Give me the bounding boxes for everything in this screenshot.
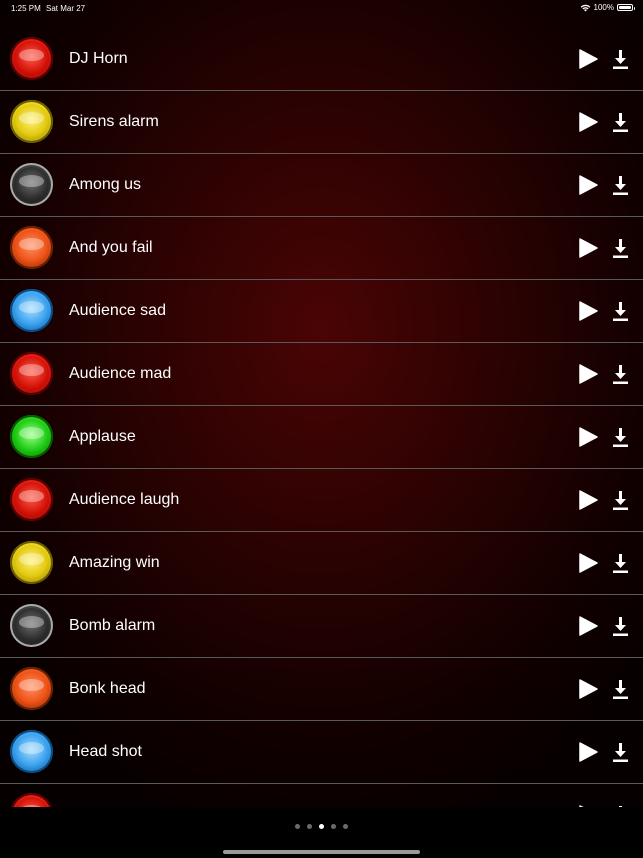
- sound-button-icon[interactable]: [10, 667, 53, 710]
- sound-name: And you fail: [69, 239, 153, 256]
- download-icon[interactable]: [612, 805, 629, 807]
- status-date: Sat Mar 27: [46, 4, 86, 13]
- sound-row: Audience laugh: [0, 469, 643, 532]
- sound-button-icon[interactable]: [10, 604, 53, 647]
- sound-button-icon[interactable]: [10, 289, 53, 332]
- sound-name: Audience mad: [69, 365, 172, 382]
- sound-name: Bonk head: [69, 680, 146, 697]
- home-indicator: [223, 850, 420, 854]
- page-dot[interactable]: [307, 824, 312, 829]
- download-icon[interactable]: [612, 49, 629, 69]
- sound-row: Sirens alarm: [0, 91, 643, 154]
- page-dot[interactable]: [295, 824, 300, 829]
- sound-row: And you fail: [0, 217, 643, 280]
- sound-button-icon[interactable]: [10, 415, 53, 458]
- status-bar: 1:25 PM Sat Mar 27 100%: [0, 0, 643, 16]
- sound-name: Applause: [69, 428, 136, 445]
- play-icon[interactable]: [578, 553, 598, 573]
- sound-row: Applause: [0, 406, 643, 469]
- sound-button-icon[interactable]: [10, 226, 53, 269]
- sound-row: [0, 784, 643, 807]
- play-icon[interactable]: [578, 175, 598, 195]
- sound-name: Sirens alarm: [69, 113, 159, 130]
- play-icon[interactable]: [578, 490, 598, 510]
- status-right: 100%: [580, 3, 635, 12]
- sound-button-icon[interactable]: [10, 163, 53, 206]
- download-icon[interactable]: [612, 679, 629, 699]
- play-icon[interactable]: [578, 805, 598, 807]
- sound-button-icon[interactable]: [10, 541, 53, 584]
- sound-row: Head shot: [0, 721, 643, 784]
- play-icon[interactable]: [578, 49, 598, 69]
- page-dot[interactable]: [319, 824, 324, 829]
- sound-name: Audience laugh: [69, 491, 180, 508]
- battery-percentage: 100%: [593, 3, 614, 12]
- sound-name: Bomb alarm: [69, 617, 156, 634]
- sound-button-icon[interactable]: [10, 100, 53, 143]
- play-icon[interactable]: [578, 616, 598, 636]
- download-icon[interactable]: [612, 553, 629, 573]
- download-icon[interactable]: [612, 175, 629, 195]
- page-dot[interactable]: [331, 824, 336, 829]
- sound-row: Audience sad: [0, 280, 643, 343]
- sound-row: Amazing win: [0, 532, 643, 595]
- download-icon[interactable]: [612, 490, 629, 510]
- page-dot[interactable]: [343, 824, 348, 829]
- sound-button-icon[interactable]: [10, 793, 53, 807]
- sound-row: Audience mad: [0, 343, 643, 406]
- sound-button-icon[interactable]: [10, 352, 53, 395]
- play-icon[interactable]: [578, 679, 598, 699]
- sound-button-icon[interactable]: [10, 478, 53, 521]
- play-icon[interactable]: [578, 301, 598, 321]
- download-icon[interactable]: [612, 742, 629, 762]
- sound-name: DJ Horn: [69, 50, 128, 67]
- download-icon[interactable]: [612, 364, 629, 384]
- download-icon[interactable]: [612, 427, 629, 447]
- play-icon[interactable]: [578, 112, 598, 132]
- download-icon[interactable]: [612, 301, 629, 321]
- download-icon[interactable]: [612, 616, 629, 636]
- sound-button-icon[interactable]: [10, 37, 53, 80]
- page-indicator[interactable]: [0, 824, 643, 829]
- battery-icon: [617, 4, 635, 11]
- sound-row: Bomb alarm: [0, 595, 643, 658]
- wifi-icon: [580, 4, 590, 11]
- sound-row: Among us: [0, 154, 643, 217]
- play-icon[interactable]: [578, 427, 598, 447]
- play-icon[interactable]: [578, 364, 598, 384]
- play-icon[interactable]: [578, 742, 598, 762]
- sound-name: Amazing win: [69, 554, 160, 571]
- download-icon[interactable]: [612, 112, 629, 132]
- sound-list: DJ Horn Sirens alarm Among us And you fa…: [0, 28, 643, 807]
- sound-button-icon[interactable]: [10, 730, 53, 773]
- download-icon[interactable]: [612, 238, 629, 258]
- sound-name: Among us: [69, 176, 142, 193]
- status-time: 1:25 PM: [11, 4, 41, 13]
- play-icon[interactable]: [578, 238, 598, 258]
- sound-row: DJ Horn: [0, 28, 643, 91]
- sound-name: Audience sad: [69, 302, 166, 319]
- sound-row: Bonk head: [0, 658, 643, 721]
- sound-name: Head shot: [69, 743, 142, 760]
